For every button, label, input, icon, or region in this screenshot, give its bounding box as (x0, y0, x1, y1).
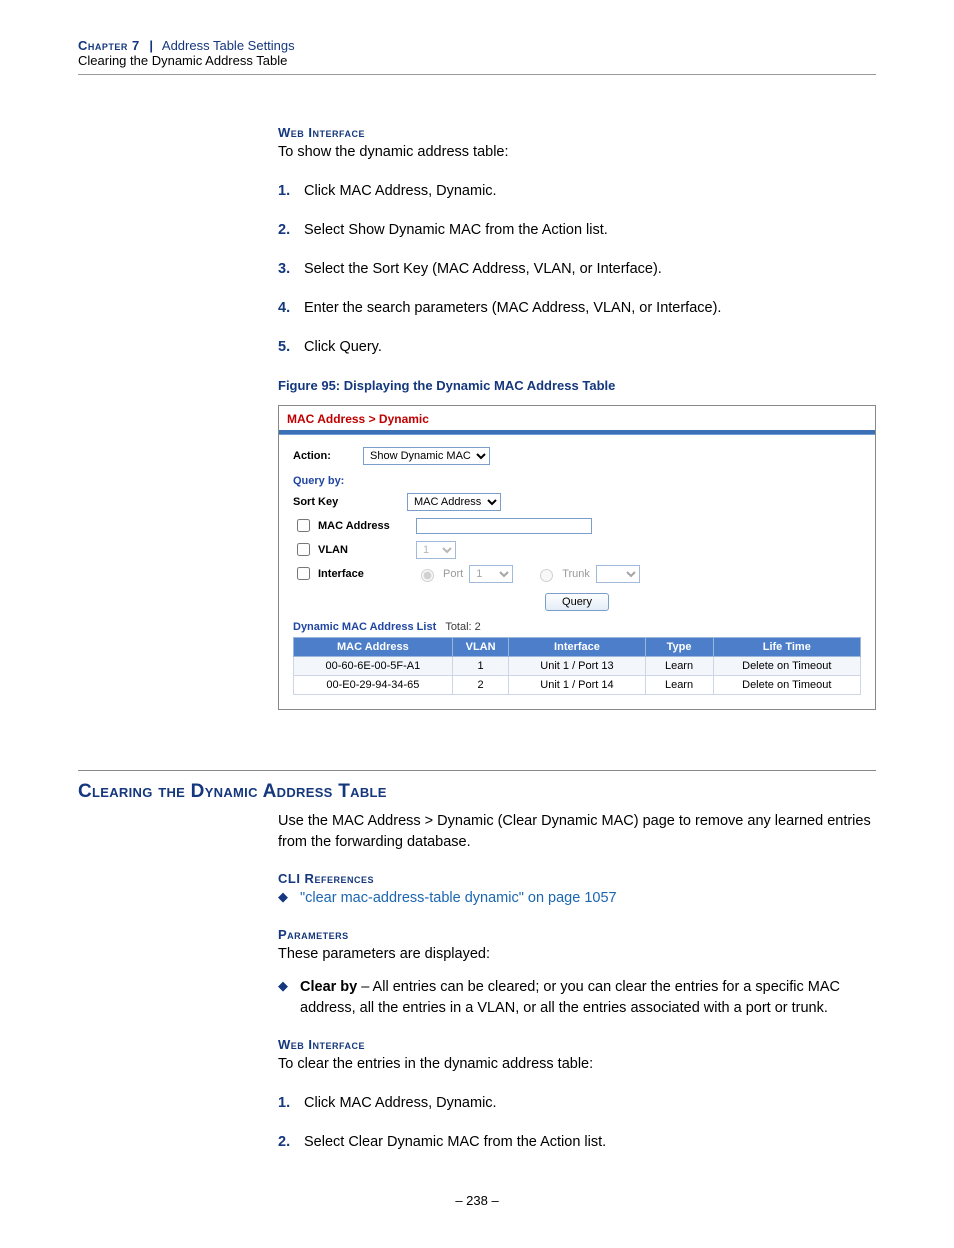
trunk-radio-label: Trunk (562, 568, 590, 580)
mac-checkbox[interactable] (297, 519, 310, 532)
steps-clear: 1.Click MAC Address, Dynamic. 2.Select C… (278, 1093, 876, 1153)
separator: | (149, 38, 153, 53)
table-row: 00-60-6E-00-5F-A1 1 Unit 1 / Port 13 Lea… (294, 657, 861, 676)
chapter-title: Address Table Settings (162, 38, 295, 53)
sort-key-label: Sort Key (293, 496, 389, 508)
interface-checkbox[interactable] (297, 567, 310, 580)
mac-option-row: MAC Address (293, 516, 861, 535)
figure-panel: MAC Address > Dynamic Action: Show Dynam… (278, 405, 876, 710)
param-clear-by: Clear by – All entries can be cleared; o… (300, 977, 876, 1019)
mac-table: MAC Address VLAN Interface Type Life Tim… (293, 637, 861, 695)
action-label: Action: (293, 450, 363, 462)
sort-key-select[interactable]: MAC Address (407, 493, 501, 511)
section-heading-cli: CLI References (278, 871, 876, 886)
step-text: Select the Sort Key (MAC Address, VLAN, … (304, 259, 662, 280)
trunk-radio[interactable] (540, 569, 553, 582)
intro-text: To show the dynamic address table: (278, 142, 876, 163)
action-select[interactable]: Show Dynamic MAC (363, 447, 490, 465)
step-number: 2. (278, 1132, 304, 1153)
chapter-subtitle: Clearing the Dynamic Address Table (78, 53, 876, 68)
col-vlan: VLAN (452, 638, 509, 657)
running-header: Chapter 7 | Address Table Settings Clear… (78, 38, 876, 75)
step-text: Select Clear Dynamic MAC from the Action… (304, 1132, 606, 1153)
bullet-icon: ◆ (278, 977, 300, 996)
step-number: 3. (278, 259, 304, 280)
mac-input[interactable] (416, 518, 592, 534)
panel-breadcrumb: MAC Address > Dynamic (279, 406, 875, 430)
action-row: Action: Show Dynamic MAC (293, 447, 861, 465)
col-lifetime: Life Time (713, 638, 860, 657)
port-radio[interactable] (421, 569, 434, 582)
clear-intro: Use the MAC Address > Dynamic (Clear Dyn… (278, 811, 876, 853)
vlan-option-label: VLAN (318, 544, 406, 556)
vlan-checkbox[interactable] (297, 543, 310, 556)
step-text: Click MAC Address, Dynamic. (304, 181, 497, 202)
params-intro: These parameters are displayed: (278, 944, 876, 965)
page-number: – 238 – (78, 1193, 876, 1208)
table-row: 00-E0-29-94-34-65 2 Unit 1 / Port 14 Lea… (294, 676, 861, 695)
col-mac: MAC Address (294, 638, 453, 657)
step-text: Click Query. (304, 337, 382, 358)
step-number: 2. (278, 220, 304, 241)
port-radio-label: Port (443, 568, 463, 580)
step-text: Enter the search parameters (MAC Address… (304, 298, 721, 319)
step-number: 5. (278, 337, 304, 358)
figure-caption: Figure 95: Displaying the Dynamic MAC Ad… (278, 378, 876, 393)
bullet-icon: ◆ (278, 888, 300, 907)
step-number: 4. (278, 298, 304, 319)
step-text: Click MAC Address, Dynamic. (304, 1093, 497, 1114)
clear-steps-intro: To clear the entries in the dynamic addr… (278, 1054, 876, 1075)
mac-option-label: MAC Address (318, 520, 406, 532)
heading-clearing: Clearing the Dynamic Address Table (78, 781, 876, 803)
vlan-option-row: VLAN 1 (293, 540, 861, 559)
col-interface: Interface (509, 638, 645, 657)
section-divider (78, 770, 876, 771)
query-button[interactable]: Query (545, 593, 609, 611)
step-text: Select Show Dynamic MAC from the Action … (304, 220, 608, 241)
interface-option-row: Interface Port 1 Trunk (293, 564, 861, 583)
section-heading-web-interface-2: Web Interface (278, 1037, 876, 1052)
list-title: Dynamic MAC Address List Total: 2 (293, 621, 861, 633)
trunk-select[interactable] (596, 565, 640, 583)
query-by-label: Query by: (293, 475, 861, 487)
steps-show: 1.Click MAC Address, Dynamic. 2.Select S… (278, 181, 876, 358)
step-number: 1. (278, 1093, 304, 1114)
col-type: Type (645, 638, 713, 657)
port-select[interactable]: 1 (469, 565, 513, 583)
section-heading-web-interface: Web Interface (278, 125, 876, 140)
vlan-select[interactable]: 1 (416, 541, 456, 559)
interface-option-label: Interface (318, 568, 406, 580)
step-number: 1. (278, 181, 304, 202)
cli-reference-link[interactable]: "clear mac-address-table dynamic" on pag… (300, 888, 617, 909)
section-heading-parameters: Parameters (278, 927, 876, 942)
sort-key-row: Sort Key MAC Address (293, 493, 861, 511)
chapter-label: Chapter 7 (78, 38, 140, 53)
